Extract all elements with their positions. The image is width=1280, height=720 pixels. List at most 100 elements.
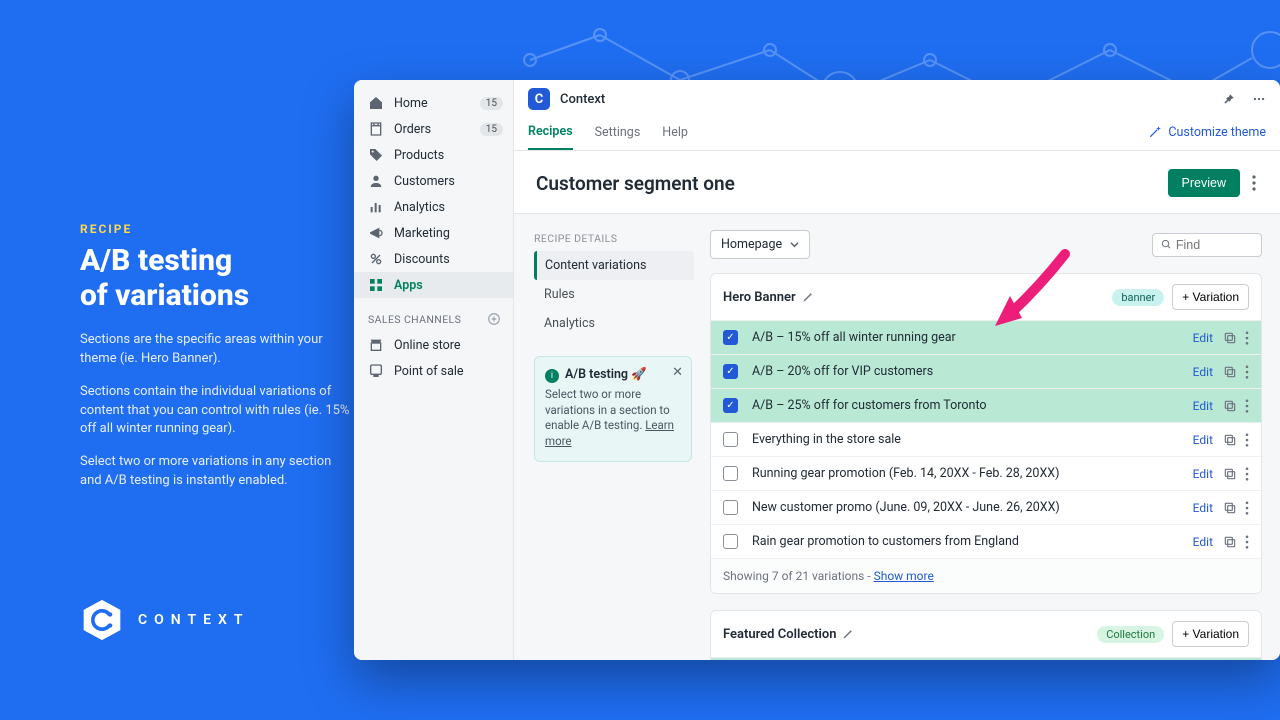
home-icon bbox=[368, 95, 384, 111]
variation-row: Everything in the store saleEdit bbox=[711, 423, 1261, 457]
copy-icon[interactable] bbox=[1223, 535, 1237, 549]
edit-link[interactable]: Edit bbox=[1193, 535, 1213, 549]
pin-icon[interactable] bbox=[1222, 92, 1236, 106]
copy-icon[interactable] bbox=[1223, 467, 1237, 481]
context-logo-icon bbox=[80, 598, 124, 642]
sidebar-item-products[interactable]: Products bbox=[354, 142, 513, 168]
page-title: Customer segment one bbox=[536, 172, 735, 195]
sidebar-item-customers[interactable]: Customers bbox=[354, 168, 513, 194]
add-variation-button[interactable]: + Variation bbox=[1172, 621, 1249, 647]
chevron-down-icon bbox=[790, 240, 799, 249]
checkbox[interactable] bbox=[723, 398, 738, 413]
promo-eyebrow: RECIPE bbox=[80, 222, 350, 236]
copy-icon[interactable] bbox=[1223, 365, 1237, 379]
checkbox[interactable] bbox=[723, 364, 738, 379]
row-more-icon[interactable] bbox=[1245, 501, 1249, 515]
detail-analytics[interactable]: Analytics bbox=[534, 309, 694, 338]
channel-point-of-sale[interactable]: Point of sale bbox=[354, 358, 513, 384]
variation-row: A/B – 25% off for customers from Toronto… bbox=[711, 389, 1261, 423]
admin-sidebar: Home15 Orders 15 ProductsCustomers Analytics… bbox=[354, 80, 514, 660]
row-more-icon[interactable] bbox=[1245, 467, 1249, 481]
sidebar-item-discounts[interactable]: Discounts bbox=[354, 246, 513, 272]
detail-content-variations[interactable]: Content variations bbox=[534, 251, 694, 280]
variation-label: A/B – 15% off all winter running gear bbox=[752, 330, 1193, 345]
sidebar-item-analytics[interactable]: Analytics bbox=[354, 194, 513, 220]
copy-icon[interactable] bbox=[1223, 433, 1237, 447]
edit-link[interactable]: Edit bbox=[1193, 467, 1213, 481]
search-input[interactable] bbox=[1176, 238, 1253, 252]
edit-link[interactable]: Edit bbox=[1193, 399, 1213, 413]
edit-link[interactable]: Edit bbox=[1193, 331, 1213, 345]
checkbox[interactable] bbox=[723, 500, 738, 515]
section-name: Featured Collection bbox=[723, 627, 836, 642]
person-icon bbox=[368, 173, 384, 189]
apps-icon bbox=[368, 277, 384, 293]
show-more-link[interactable]: Show more bbox=[874, 569, 934, 583]
row-more-icon[interactable] bbox=[1245, 535, 1249, 549]
close-icon[interactable]: ✕ bbox=[672, 365, 683, 380]
checkbox[interactable] bbox=[723, 330, 738, 345]
checkbox[interactable] bbox=[723, 466, 738, 481]
sidebar-label: Home bbox=[394, 96, 428, 111]
tabs-bar: Recipes Settings Help Customize theme bbox=[514, 114, 1280, 151]
customize-theme-link[interactable]: Customize theme bbox=[1148, 125, 1266, 140]
recipe-details-nav: RECIPE DETAILS Content variationsRulesAn… bbox=[514, 214, 704, 660]
section-tag: Collection bbox=[1097, 626, 1164, 643]
analytics-icon bbox=[368, 199, 384, 215]
tab-help[interactable]: Help bbox=[662, 115, 688, 149]
store-icon bbox=[368, 337, 384, 353]
sidebar-item-home[interactable]: Home15 bbox=[354, 90, 513, 116]
ab-testing-callout: ✕ iA/B testing 🚀 Select two or more vari… bbox=[534, 356, 692, 462]
pos-icon bbox=[368, 363, 384, 379]
edit-link[interactable]: Edit bbox=[1193, 433, 1213, 447]
sidebar-label: Apps bbox=[394, 278, 423, 293]
page-dropdown[interactable]: Homepage bbox=[710, 230, 810, 259]
promo-panel: RECIPE A/B testingof variations Sections… bbox=[80, 222, 350, 505]
variation-label: A/B – 25% off for customers from Toronto bbox=[752, 398, 1193, 413]
channel-online-store[interactable]: Online store bbox=[354, 332, 513, 358]
edit-link[interactable]: Edit bbox=[1193, 501, 1213, 515]
sections-toolbar: Homepage bbox=[710, 230, 1262, 259]
promo-p1: Sections are the specific areas within y… bbox=[80, 331, 350, 369]
sidebar-item-apps[interactable]: Apps bbox=[354, 272, 513, 298]
section-card: Featured Collection Collection + Variation… bbox=[710, 610, 1262, 660]
variation-row: Running gear promotion (Feb. 14, 20XX - … bbox=[711, 457, 1261, 491]
sidebar-item-marketing[interactable]: Marketing bbox=[354, 220, 513, 246]
promo-p3: Select two or more variations in any sec… bbox=[80, 453, 350, 491]
variation-label: Running gear promotion (Feb. 14, 20XX - … bbox=[752, 466, 1193, 481]
add-channel-icon[interactable] bbox=[487, 312, 501, 326]
tab-recipes[interactable]: Recipes bbox=[528, 114, 573, 150]
row-more-icon[interactable] bbox=[1245, 365, 1249, 379]
sidebar-badge: 15 bbox=[480, 123, 503, 136]
variation-label: A/B – 20% off for VIP customers bbox=[752, 364, 1193, 379]
edit-link[interactable]: Edit bbox=[1193, 365, 1213, 379]
copy-icon[interactable] bbox=[1223, 501, 1237, 515]
sidebar-item-orders[interactable]: Orders 15 bbox=[354, 116, 513, 142]
pencil-icon[interactable] bbox=[842, 628, 854, 640]
row-more-icon[interactable] bbox=[1245, 331, 1249, 345]
add-variation-button[interactable]: + Variation bbox=[1172, 284, 1249, 310]
tab-settings[interactable]: Settings bbox=[595, 115, 641, 149]
copy-icon[interactable] bbox=[1223, 331, 1237, 345]
section-tag: banner bbox=[1112, 289, 1164, 306]
sidebar-label: Analytics bbox=[394, 200, 445, 215]
section-card: Hero Bannerbanner+ VariationA/B – 15% of… bbox=[710, 273, 1262, 594]
variation-row: New customer promo (June. 09, 20XX - Jun… bbox=[711, 491, 1261, 525]
more-icon[interactable] bbox=[1252, 92, 1266, 106]
variation-row: Rain jacketsEdit bbox=[711, 658, 1261, 660]
checkbox[interactable] bbox=[723, 534, 738, 549]
pencil-icon[interactable] bbox=[802, 291, 814, 303]
row-more-icon[interactable] bbox=[1245, 433, 1249, 447]
sidebar-label: Orders bbox=[394, 122, 431, 137]
preview-button[interactable]: Preview bbox=[1168, 169, 1240, 197]
showing-count: Showing 7 of 21 variations - Show more bbox=[711, 559, 1261, 593]
page-actions-icon[interactable] bbox=[1250, 171, 1258, 195]
copy-icon[interactable] bbox=[1223, 399, 1237, 413]
row-more-icon[interactable] bbox=[1245, 399, 1249, 413]
wand-icon bbox=[1148, 125, 1162, 139]
search-box[interactable] bbox=[1152, 233, 1262, 257]
checkbox[interactable] bbox=[723, 432, 738, 447]
brand-mark: CONTEXT bbox=[80, 598, 250, 642]
detail-rules[interactable]: Rules bbox=[534, 280, 694, 309]
app-window: Home15 Orders 15 ProductsCustomers Analytics… bbox=[354, 80, 1280, 660]
